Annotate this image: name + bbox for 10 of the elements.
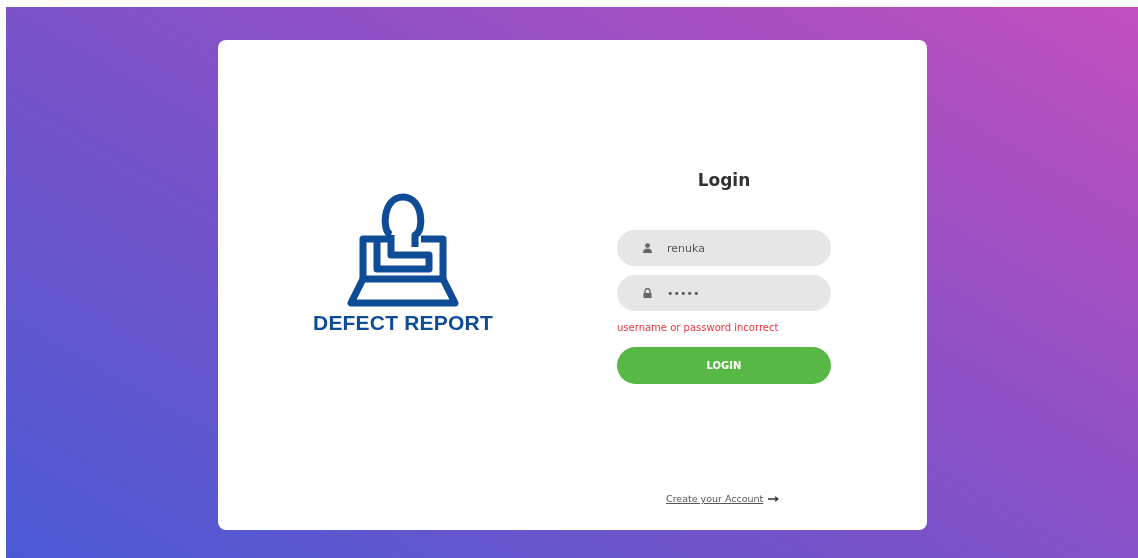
lock-icon (643, 288, 652, 298)
error-message: username or password incorrect (617, 322, 779, 333)
username-field[interactable]: renuka (617, 230, 831, 266)
logo-text: DEFECT REPORT (313, 311, 493, 335)
password-field[interactable]: ••••• (617, 275, 831, 311)
user-icon (643, 243, 652, 253)
arrow-right-icon (768, 495, 780, 502)
create-account-link[interactable]: Create your Account (666, 493, 764, 504)
login-title: Login (696, 170, 752, 190)
laptop-person-logo-icon (347, 193, 459, 309)
